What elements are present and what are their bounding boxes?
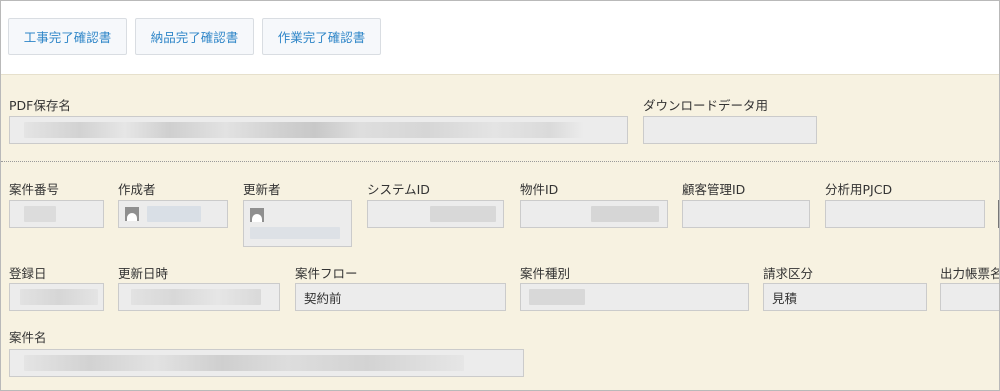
redacted-text [24,122,584,138]
delivery-completion-button[interactable]: 納品完了確認書 [135,18,254,55]
section-divider [1,161,999,162]
case-number-label: 案件番号 [9,182,60,197]
pdf-name-field[interactable] [9,116,628,144]
creator-field[interactable] [118,200,228,228]
construction-completion-button[interactable]: 工事完了確認書 [8,18,127,55]
update-datetime-label: 更新日時 [118,266,169,281]
analysis-pjcd-label: 分析用PJCD [825,182,893,197]
updater-label: 更新者 [243,182,281,197]
updater-field[interactable] [243,200,352,247]
redacted-text [24,206,56,222]
case-type-field[interactable] [520,283,749,311]
output-form-name-label: 出力帳票名 [940,266,1000,281]
case-number-field[interactable] [9,200,104,228]
output-form-name-field[interactable] [940,283,999,311]
creator-label: 作成者 [118,182,156,197]
billing-category-label: 請求区分 [763,266,814,281]
work-completion-button[interactable]: 作業完了確認書 [262,18,381,55]
download-data-field[interactable] [643,116,817,144]
update-datetime-field[interactable] [118,283,280,311]
case-type-label: 案件種別 [520,266,571,281]
record-form: PDF保存名 ダウンロードデータ用 案件番号 作成者 更新者 システムID 物件… [1,75,1000,390]
case-flow-label: 案件フロー [295,266,358,281]
user-avatar-icon [250,208,264,222]
case-name-field[interactable] [9,349,524,377]
property-id-field[interactable] [520,200,668,228]
system-id-label: システムID [367,182,430,197]
redacted-text [131,289,261,305]
toolbar: 工事完了確認書 納品完了確認書 作業完了確認書 [1,1,999,75]
redacted-text [147,206,201,222]
redacted-text [430,206,496,222]
customer-mgmt-id-field[interactable] [682,200,810,228]
case-flow-field[interactable]: 契約前 [295,283,506,311]
redacted-text [20,289,98,305]
case-name-label: 案件名 [9,330,47,345]
property-id-label: 物件ID [520,182,559,197]
redacted-text [529,289,585,305]
customer-mgmt-id-label: 顧客管理ID [682,182,746,197]
user-avatar-icon [125,207,139,221]
download-data-label: ダウンロードデータ用 [643,98,769,113]
registration-date-field[interactable] [9,283,104,311]
redacted-text [24,355,464,371]
redacted-text [591,206,659,222]
registration-date-label: 登録日 [9,266,47,281]
window-frame: 工事完了確認書 納品完了確認書 作業完了確認書 PDF保存名 ダウンロードデータ… [0,0,1000,391]
pdf-name-label: PDF保存名 [9,98,71,113]
billing-category-field[interactable]: 見積 [763,283,927,311]
analysis-pjcd-field[interactable] [825,200,985,228]
redacted-text [250,227,340,239]
system-id-field[interactable] [367,200,504,228]
